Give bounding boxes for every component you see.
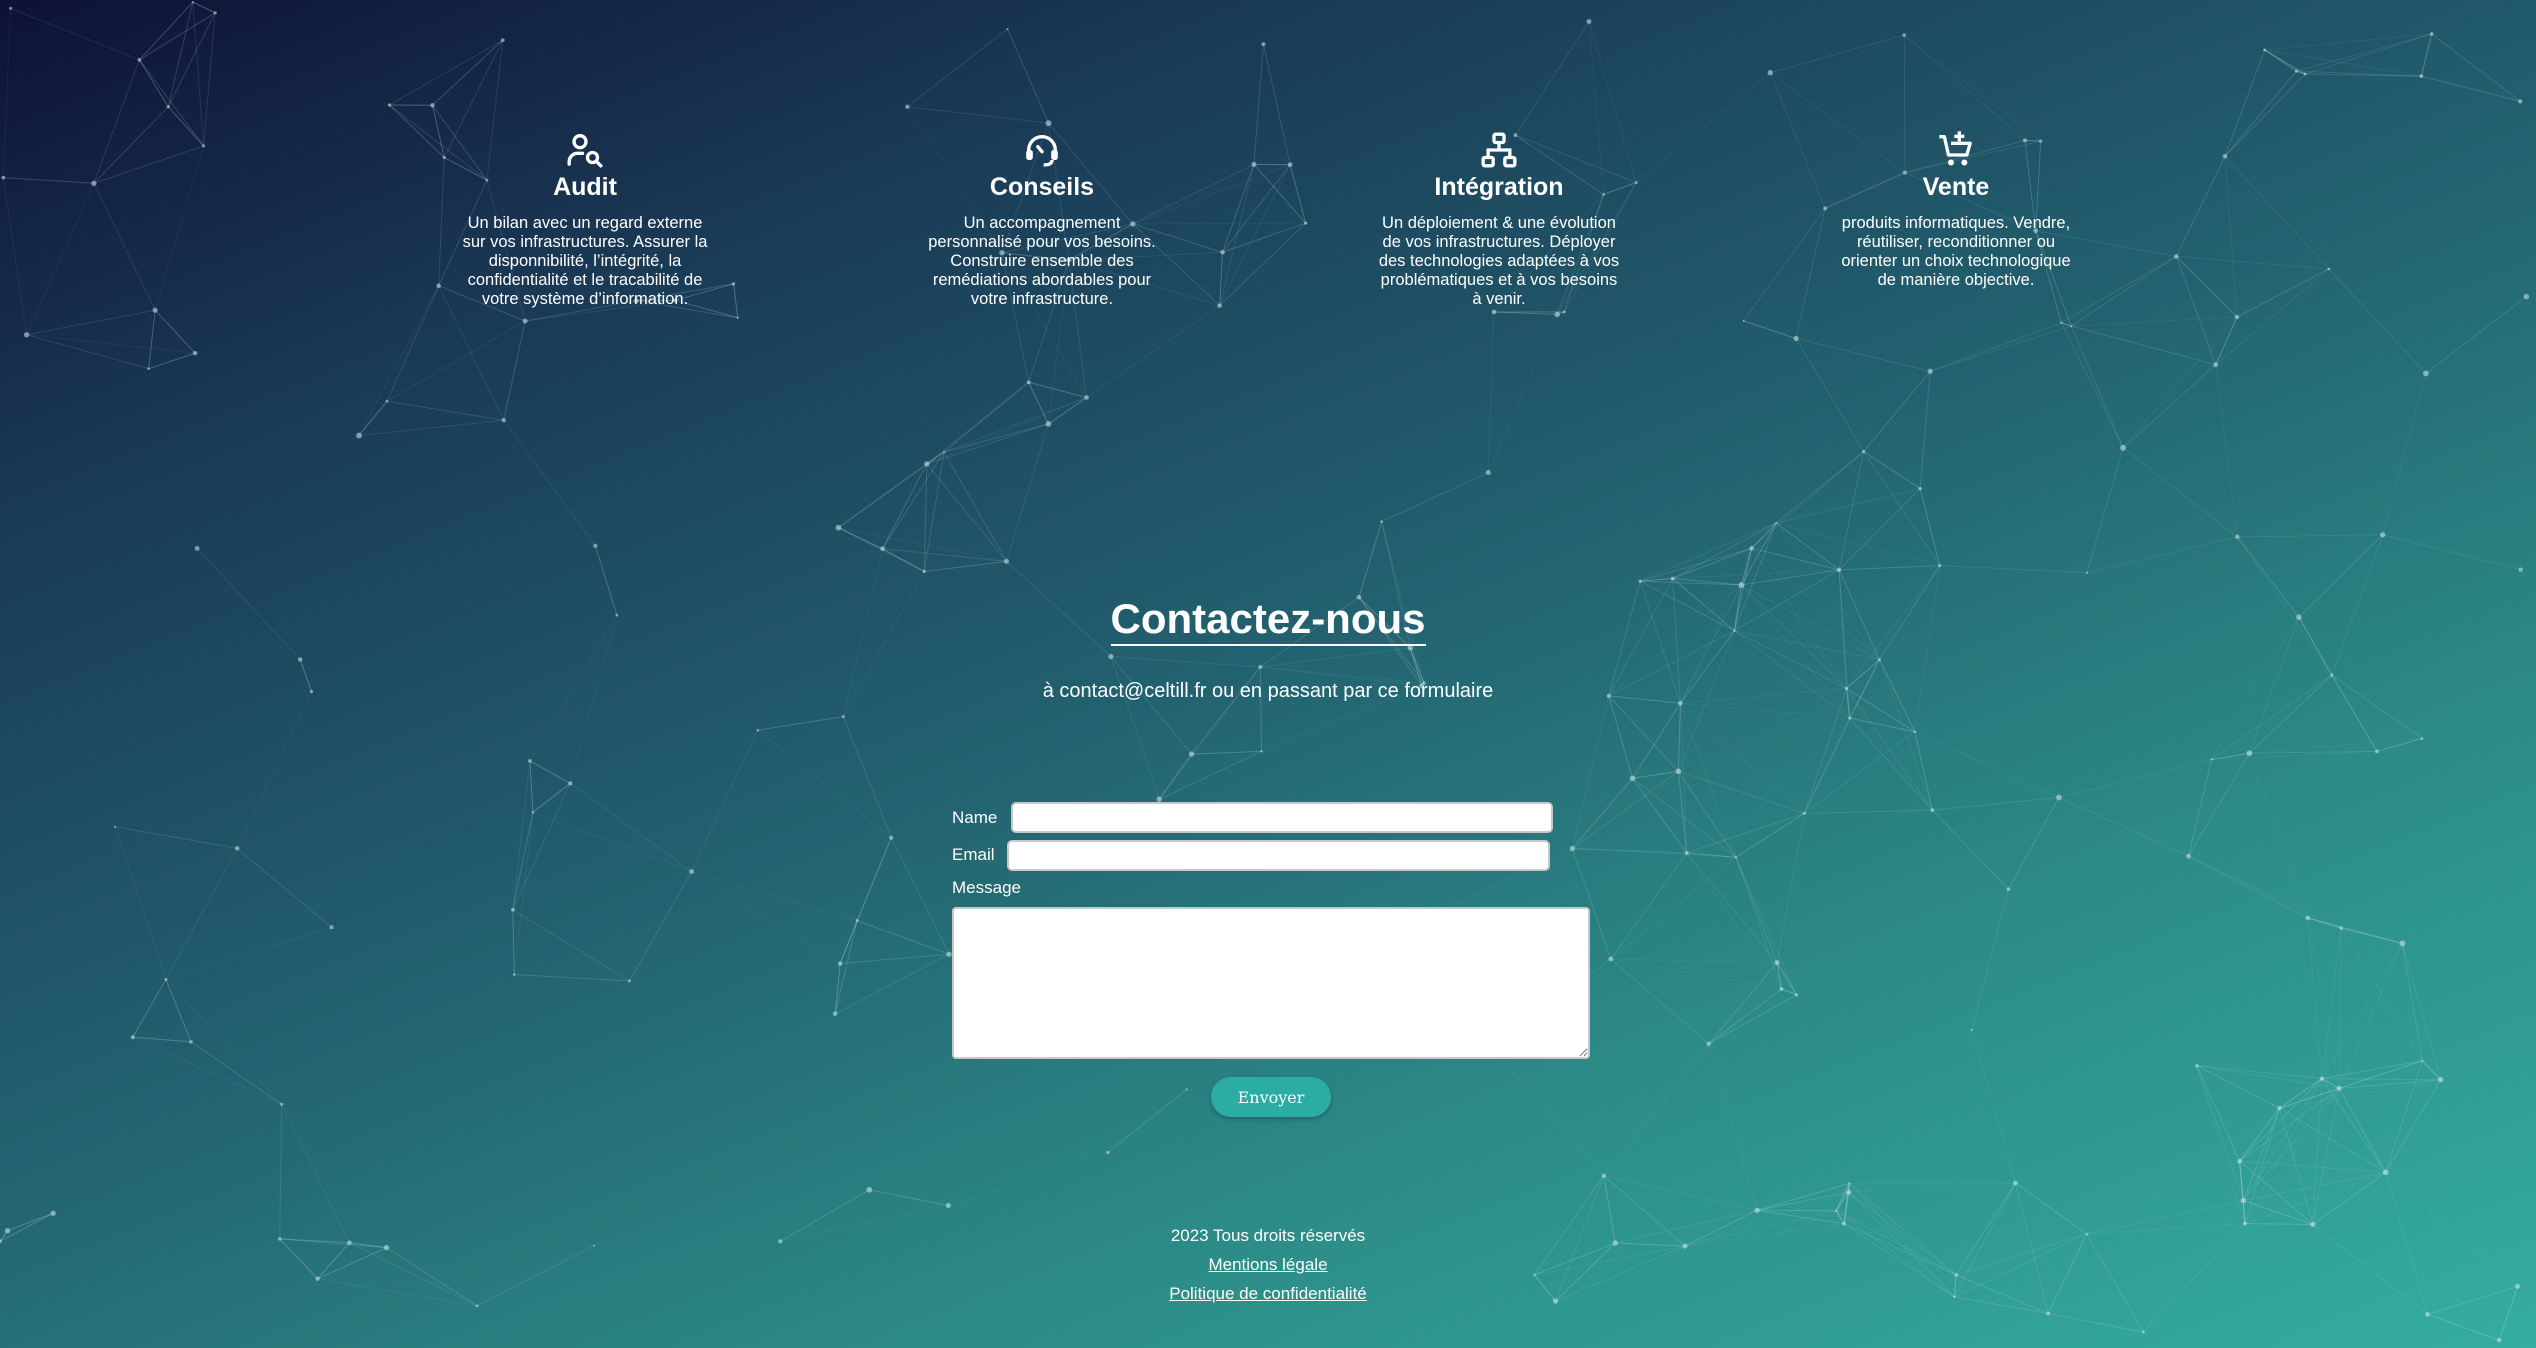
page: Audit Un bilan avec un regard externe su… [0, 0, 2536, 1348]
email-input[interactable] [1007, 840, 1550, 871]
service-title: Vente [1922, 173, 1990, 201]
message-textarea[interactable] [952, 907, 1590, 1059]
name-label: Name [952, 808, 998, 827]
submit-button[interactable]: Envoyer [1211, 1077, 1331, 1117]
email-label: Email [952, 845, 995, 864]
service-title: Audit [553, 173, 617, 201]
service-vente: Vente produits informatiques. Vendre, ré… [1831, 130, 2081, 290]
user-search-icon [567, 134, 603, 168]
hierarchy-icon [1481, 132, 1517, 168]
headset-icon [1026, 135, 1058, 167]
service-description: Un déploiement & une évolution de vos in… [1378, 214, 1620, 308]
legal-notice-link[interactable]: Mentions légale [0, 1250, 2536, 1279]
contact-heading: Contactez-nous [0, 594, 2536, 646]
service-integration: Intégration Un déploiement & une évoluti… [1374, 130, 1624, 309]
copyright-text: 2023 Tous droits réservés [1170, 1226, 1366, 1245]
service-description: Un accompagnement personnalisé pour vos … [928, 214, 1156, 308]
service-description: produits informatiques. Vendre, réutilis… [1841, 214, 2071, 289]
name-input[interactable] [1011, 802, 1553, 833]
service-title: Conseils [989, 173, 1095, 201]
service-description: Un bilan avec un regard externe sur vos … [462, 214, 708, 308]
service-conseils: Conseils Un accompagnement personnalisé … [917, 130, 1167, 309]
contact-subtitle: à contact@celtill.fr ou en passant par c… [1042, 680, 1494, 702]
footer: 2023 Tous droits réservés Mentions légal… [0, 1221, 2536, 1308]
contact-title: Contactez-nous [1110, 594, 1426, 646]
service-audit: Audit Un bilan avec un regard externe su… [460, 130, 710, 309]
cart-plus-icon [1939, 131, 1972, 166]
privacy-policy-link[interactable]: Politique de confidentialité [0, 1279, 2536, 1308]
service-title: Intégration [1434, 173, 1564, 201]
message-label: Message [952, 878, 1021, 897]
contact-form: Name Email Message Envoyer [951, 800, 1591, 1130]
